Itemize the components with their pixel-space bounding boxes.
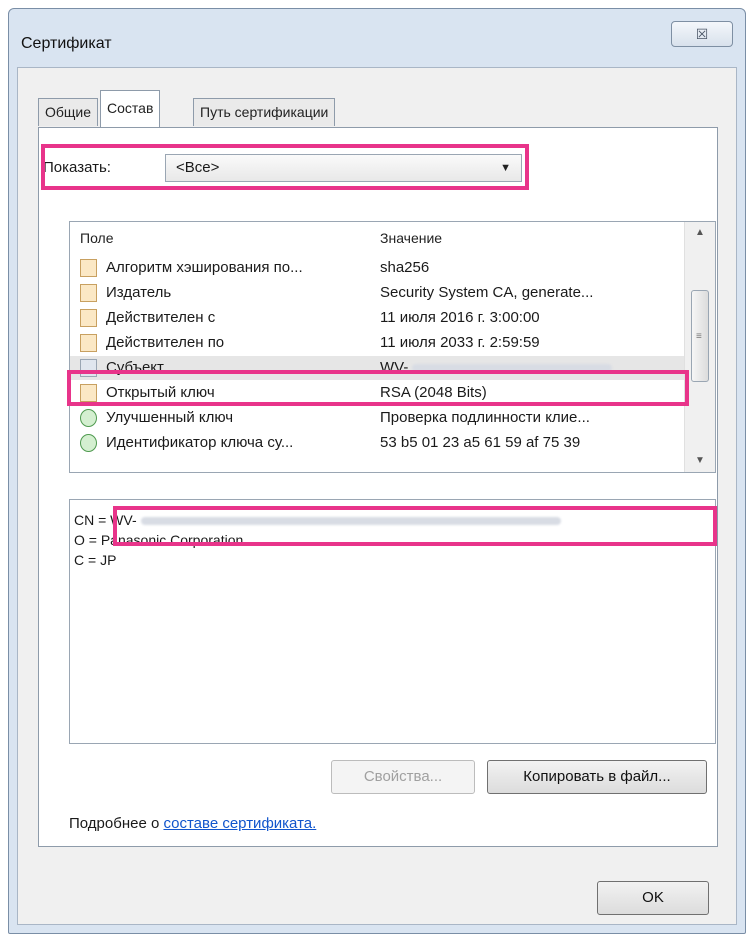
list-item[interactable]: Действителен с 11 июля 2016 г. 3:00:00 <box>70 306 685 330</box>
list-item[interactable]: Действителен по 11 июля 2033 г. 2:59:59 <box>70 331 685 355</box>
certificate-field-icon <box>80 309 97 327</box>
show-select-value: <Все> <box>176 159 220 176</box>
field-name: Субъект <box>106 359 164 376</box>
field-name: Издатель <box>106 284 172 301</box>
details-line-c: C = JP <box>74 552 117 568</box>
certificate-field-icon <box>80 259 97 277</box>
copy-to-file-button[interactable]: Копировать в файл... <box>487 760 707 794</box>
more-info-prefix: Подробнее о <box>69 815 164 832</box>
field-value: sha256 <box>380 259 430 276</box>
field-value: 53 b5 01 23 a5 61 59 af 75 39 <box>380 434 581 451</box>
field-value: 11 июля 2033 г. 2:59:59 <box>380 334 540 351</box>
field-value: Security System CA, generate... <box>380 284 594 301</box>
properties-button[interactable]: Свойства... <box>331 760 475 794</box>
grip-icon: ≡ <box>696 331 702 342</box>
list-item[interactable]: Издатель Security System CA, generate... <box>70 281 685 305</box>
fields-list[interactable]: Поле Значение Алгоритм хэширования по...… <box>69 221 716 473</box>
column-header-value[interactable]: Значение <box>380 230 442 246</box>
more-info: Подробнее о составе сертификата. <box>69 815 316 832</box>
certificate-field-icon <box>80 359 97 377</box>
field-name: Открытый ключ <box>106 384 215 401</box>
dialog-content: Общие Состав Путь сертификации <box>17 67 737 925</box>
chevron-down-icon: ▼ <box>500 162 511 174</box>
scroll-down-icon[interactable]: ▼ <box>685 450 715 472</box>
list-item[interactable]: Алгоритм хэширования по... sha256 <box>70 256 685 280</box>
field-name: Действителен с <box>106 309 216 326</box>
ok-button[interactable]: OK <box>597 881 709 915</box>
field-name: Алгоритм хэширования по... <box>106 259 303 276</box>
close-icon: ☒ <box>695 25 709 42</box>
details-line-cn: CN = WV- <box>74 510 715 530</box>
scroll-thumb[interactable]: ≡ <box>691 290 709 382</box>
scroll-up-icon[interactable]: ▲ <box>685 222 715 244</box>
field-name: Улучшенный ключ <box>106 409 234 426</box>
field-value: 11 июля 2016 г. 3:00:00 <box>380 309 540 326</box>
certificate-dialog: Сертификат ☒ Общие Состав Путь сертифика… <box>8 8 746 934</box>
field-value: RSA (2048 Bits) <box>380 384 487 401</box>
window-title: Сертификат <box>21 35 112 52</box>
extension-icon <box>80 409 97 427</box>
title-bar[interactable]: Сертификат ☒ <box>9 9 745 69</box>
list-item[interactable]: Улучшенный ключ Проверка подлинности кли… <box>70 406 685 430</box>
vertical-scrollbar[interactable]: ▲ ≡ ▼ <box>684 222 715 472</box>
column-header-field[interactable]: Поле <box>80 230 114 246</box>
show-select[interactable]: <Все> ▼ <box>165 154 522 182</box>
list-header: Поле Значение <box>70 222 685 252</box>
list-item[interactable]: Открытый ключ RSA (2048 Bits) <box>70 381 685 405</box>
tab-certification-path[interactable]: Путь сертификации <box>193 98 336 126</box>
certificate-field-icon <box>80 384 97 402</box>
tab-general[interactable]: Общие <box>38 98 99 126</box>
tab-details[interactable]: Состав <box>100 90 161 127</box>
certificate-field-icon <box>80 334 97 352</box>
details-line-o: O = Panasonic Corporation <box>74 532 244 548</box>
field-name: Действителен по <box>106 334 225 351</box>
show-label: Показать: <box>43 159 111 176</box>
certificate-field-icon <box>80 284 97 302</box>
list-item-selected[interactable]: Субъект WV- <box>70 356 685 380</box>
field-value: Проверка подлинности клие... <box>380 409 590 426</box>
list-item[interactable]: Идентификатор ключа су... 53 b5 01 23 a5… <box>70 431 685 455</box>
field-name: Идентификатор ключа су... <box>106 434 294 451</box>
more-info-link[interactable]: составе сертификата. <box>163 815 316 832</box>
extension-icon <box>80 434 97 452</box>
field-value-details[interactable]: CN = WV- O = Panasonic Corporation C = J… <box>69 499 716 744</box>
field-value: WV- <box>380 359 613 376</box>
close-button[interactable]: ☒ <box>671 21 733 47</box>
